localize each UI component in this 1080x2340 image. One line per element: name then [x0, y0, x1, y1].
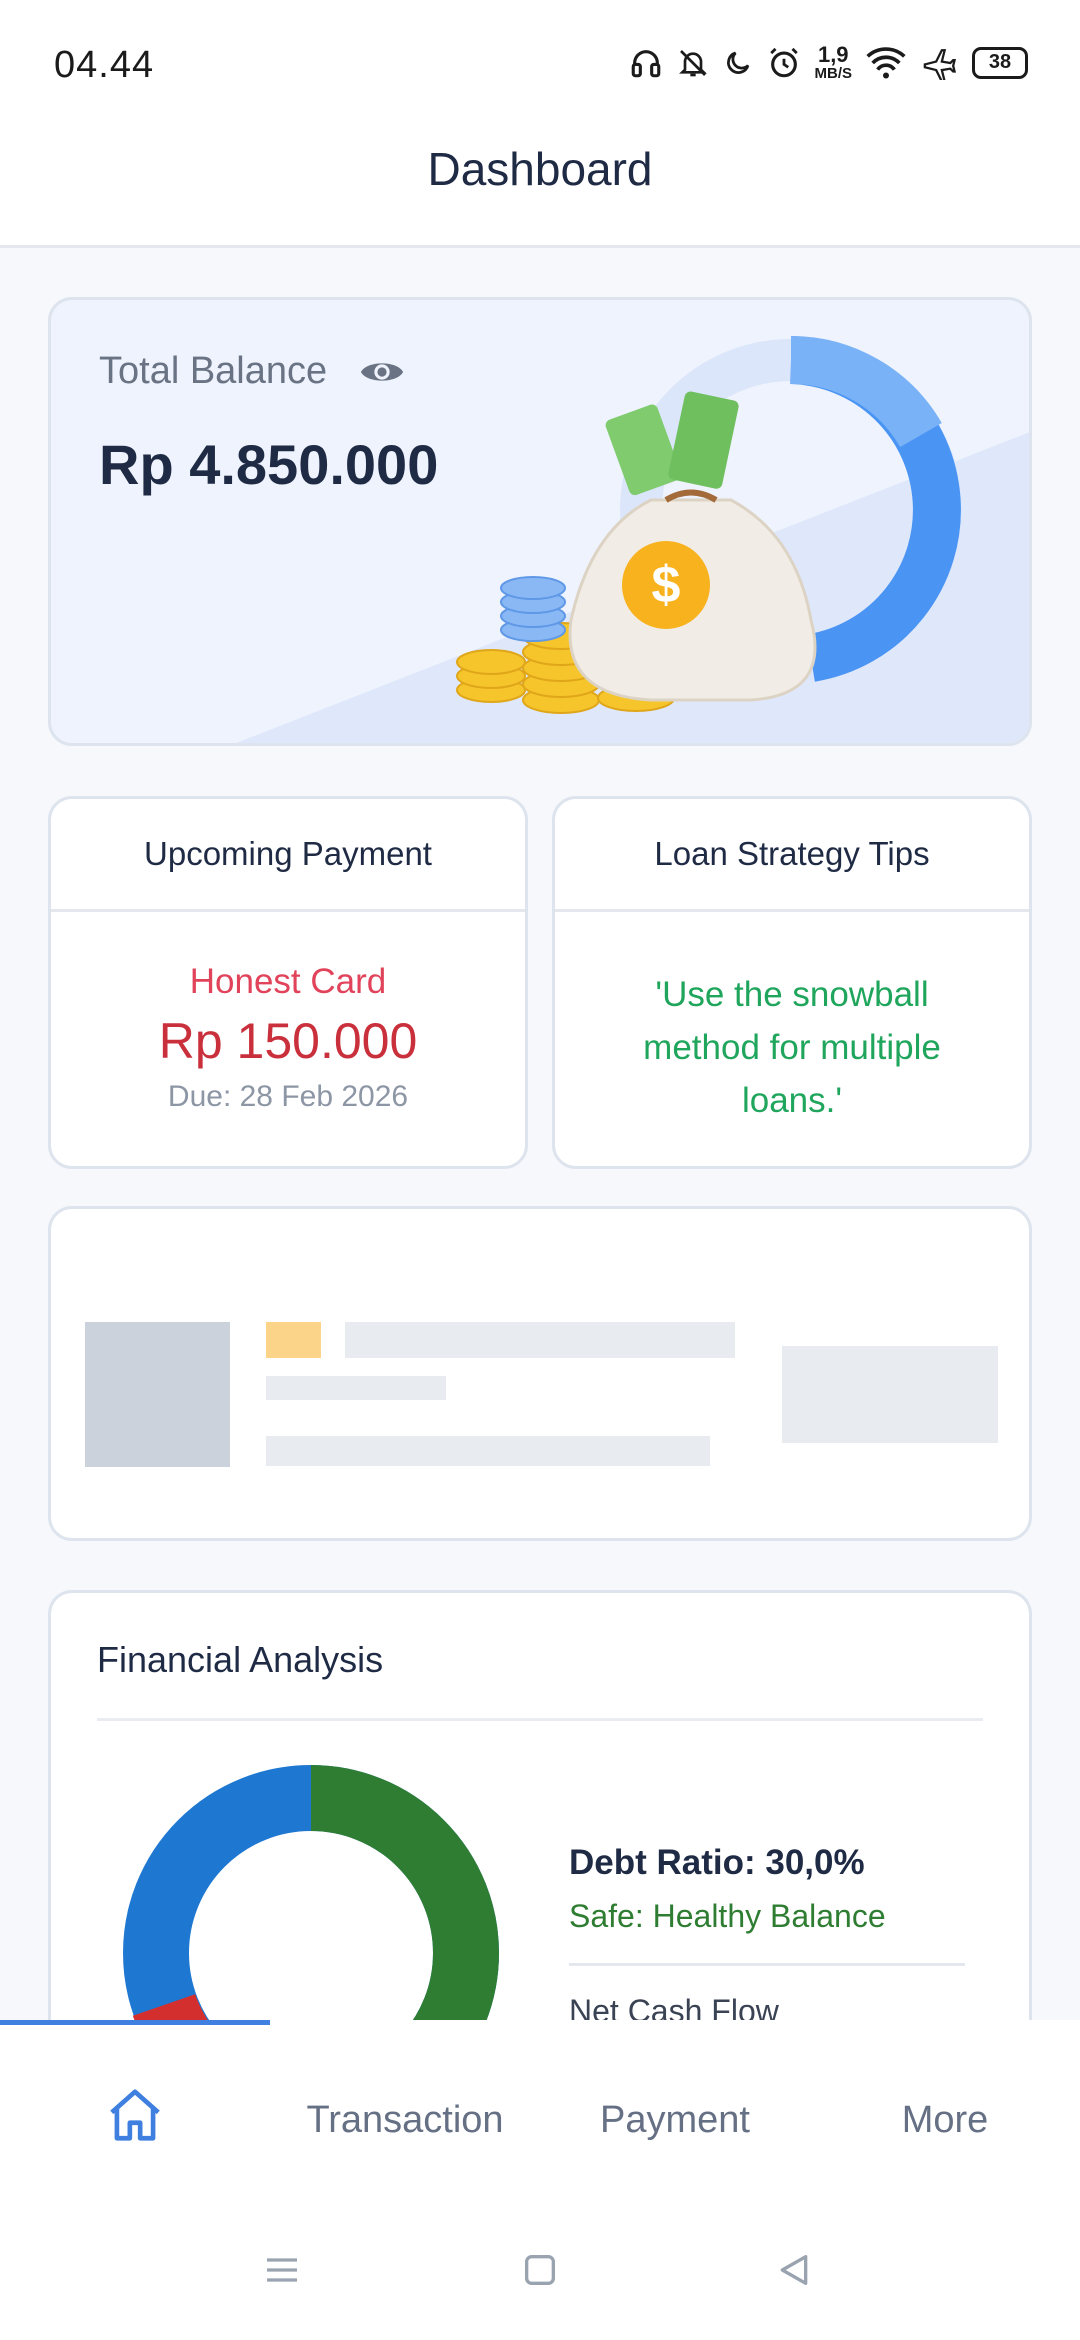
bell-off-icon	[677, 46, 709, 80]
skeleton-line	[266, 1376, 446, 1400]
total-balance-label: Total Balance	[99, 350, 328, 392]
home-icon	[104, 2084, 166, 2156]
financial-analysis-title: Financial Analysis	[97, 1639, 384, 1680]
skeleton-line	[266, 1436, 710, 1466]
page-title: Dashboard	[427, 143, 653, 195]
app-header: Dashboard	[0, 120, 1080, 248]
nav-home[interactable]	[0, 2020, 270, 2220]
system-navigation-bar	[0, 2220, 1080, 2340]
skeleton-line	[345, 1322, 735, 1358]
moon-icon	[723, 48, 753, 78]
net-speed: 1,9 MB/S	[814, 42, 853, 82]
home-square-icon[interactable]	[520, 2250, 560, 2295]
divider	[97, 1718, 983, 1721]
loading-skeleton-card	[48, 1206, 1032, 1541]
nav-payment[interactable]: Payment	[540, 2020, 810, 2220]
skeleton-badge	[266, 1322, 321, 1358]
wifi-icon	[866, 46, 906, 80]
payment-amount: Rp 150.000	[158, 1013, 418, 1069]
total-balance-value: Rp 4.850.000	[99, 433, 439, 496]
loan-strategy-title: Loan Strategy Tips	[555, 799, 1029, 912]
battery-indicator: 38	[972, 46, 1028, 79]
headphones-icon	[629, 46, 663, 80]
skeleton-block	[782, 1346, 998, 1443]
airplane-icon	[920, 46, 958, 80]
net-speed-value: 1,9	[817, 42, 849, 67]
debt-ratio-text: Debt Ratio: 30,0%	[569, 1843, 865, 1882]
alarm-icon	[767, 46, 801, 80]
total-balance-card[interactable]: $ Total Balance Rp 4.850.000	[48, 297, 1032, 746]
skeleton-thumbnail	[85, 1322, 230, 1467]
status-bar: 04.44 1,9 MB/S 38	[0, 0, 1080, 120]
upcoming-payment-title: Upcoming Payment	[51, 799, 525, 912]
loan-strategy-card[interactable]: Loan Strategy Tips 'Use the snowball met…	[552, 796, 1032, 1169]
eye-icon[interactable]	[359, 356, 405, 393]
nav-more[interactable]: More	[810, 2020, 1080, 2220]
payment-due-date: Due: 28 Feb 2026	[167, 1080, 409, 1113]
status-time: 04.44	[54, 44, 155, 86]
debt-status-text: Safe: Healthy Balance	[569, 1898, 886, 1934]
payment-name: Honest Card	[189, 962, 387, 1001]
svg-text:$: $	[652, 556, 681, 614]
bottom-navigation: Transaction Payment More	[0, 2020, 1080, 2220]
back-triangle-icon[interactable]	[774, 2250, 814, 2295]
financial-analysis-card[interactable]: Financial Analysis Debt Ratio: 30,0% Saf…	[48, 1590, 1032, 2050]
divider	[569, 1963, 965, 1966]
menu-icon[interactable]	[262, 2250, 302, 2295]
status-icons: 1,9 MB/S 38	[629, 42, 1028, 82]
debt-ratio-donut-chart	[123, 1765, 499, 2050]
nav-transaction[interactable]: Transaction	[270, 2020, 540, 2220]
loan-tip-text: 'Use the snowball method for multiple lo…	[643, 975, 941, 1120]
upcoming-payment-card[interactable]: Upcoming Payment Honest Card Rp 150.000 …	[48, 796, 528, 1169]
net-speed-unit: MB/S	[814, 65, 853, 82]
